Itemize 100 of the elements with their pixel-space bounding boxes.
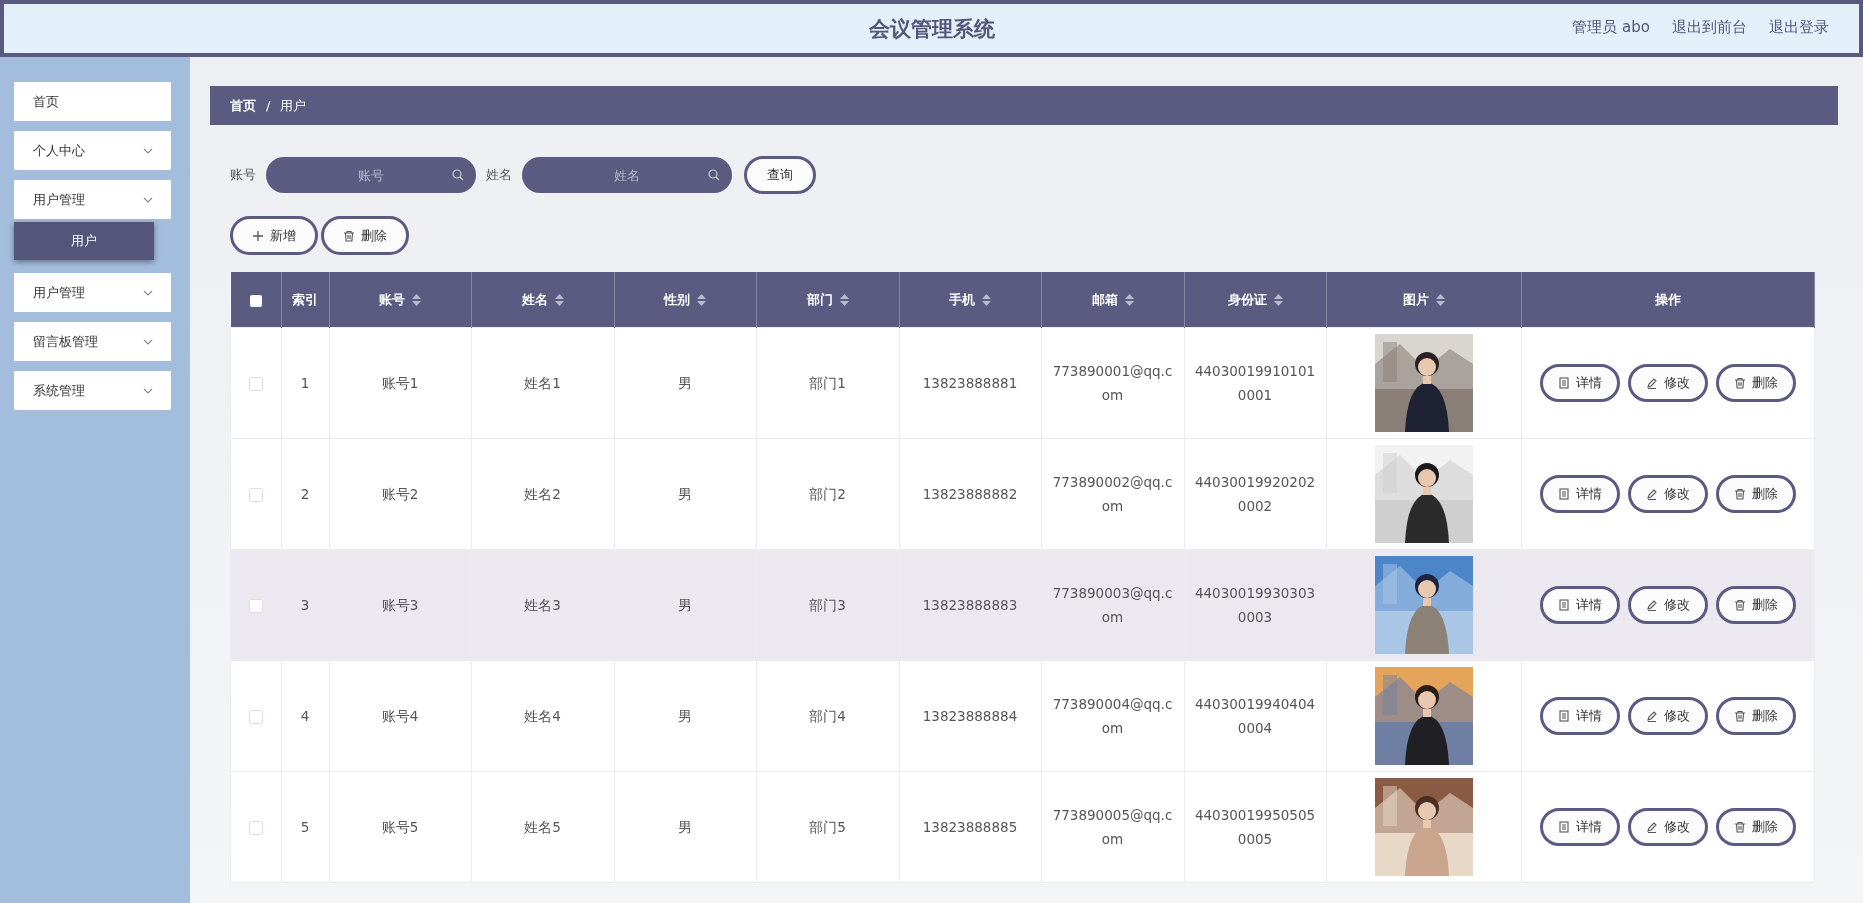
delete-button[interactable]: 删除 [1715,475,1796,513]
table-cell: 5 [300,819,310,835]
delete-button[interactable]: 删除 [1715,586,1796,624]
table-cell: 账号2 [381,486,419,502]
column-title: 性别 [664,290,690,309]
sidebar-subitem[interactable]: 用户 [14,222,154,260]
column-title: 图片 [1402,290,1429,309]
details-button[interactable]: 详情 [1539,586,1620,624]
pencil-icon [1645,710,1658,722]
sidebar-item[interactable]: 个人中心 [14,131,171,170]
field-label: 账号 [230,166,256,184]
row-checkbox[interactable] [248,488,263,502]
table-cell: 1 [300,375,310,391]
header-link[interactable]: 退出到前台 [1672,18,1747,37]
table-cell: 部门3 [809,597,846,613]
table-cell: 男 [678,375,692,391]
sidebar-item[interactable]: 用户管理 [14,273,171,312]
sidebar-item[interactable]: 用户管理 [14,180,171,219]
search-button[interactable]: 查询 [744,156,816,194]
row-checkbox[interactable] [248,599,263,613]
table-cell: 13823888881 [922,375,1018,391]
trash-icon [343,229,355,242]
trash-icon [1733,377,1746,389]
table-cell: 男 [678,597,692,613]
table-cell: 2 [300,486,310,502]
details-button[interactable]: 详情 [1539,697,1620,735]
table-cell: 姓名3 [524,597,561,613]
table-cell: 440300199505050005 [1194,807,1316,847]
table-cell: 3 [300,597,310,613]
details-button[interactable]: 详情 [1539,475,1620,513]
document-icon [1557,599,1570,611]
details-button[interactable]: 详情 [1539,364,1620,402]
edit-button[interactable]: 修改 [1627,808,1708,846]
edit-button[interactable]: 修改 [1627,364,1708,402]
pencil-icon [1645,821,1658,833]
table-cell: 773890004@qq.com [1052,696,1173,736]
row-checkbox[interactable] [248,377,263,391]
edit-button[interactable]: 修改 [1627,697,1708,735]
table-cell: 773890005@qq.com [1052,807,1173,847]
column-title: 身份证 [1227,290,1267,309]
header-link[interactable]: 管理员 abo [1572,18,1650,37]
table-cell: 4 [300,708,310,724]
table-cell: 773890001@qq.com [1052,363,1173,403]
field-label: 姓名 [486,166,512,184]
search-icon [452,169,464,181]
document-icon [1557,821,1570,833]
row-checkbox[interactable] [248,710,263,724]
column-title: 账号 [379,290,405,309]
breadcrumb-item: 用户 [280,96,307,115]
table-cell: 男 [678,819,692,835]
pencil-icon [1645,488,1658,500]
table-cell: 男 [678,708,692,724]
select-all-checkbox[interactable] [249,294,262,307]
sidebar-item[interactable]: 系统管理 [14,371,171,410]
table-cell: 773890003@qq.com [1052,585,1173,625]
chevron-icon [143,289,153,296]
chevron-icon [143,196,153,203]
search-field[interactable]: 姓名 [522,157,732,193]
table-cell: 账号3 [381,597,419,613]
delete-button[interactable]: 删除 [1715,808,1796,846]
chevron-icon [143,147,153,154]
sidebar-item[interactable]: 留言板管理 [14,322,171,361]
table-cell: 账号5 [381,819,419,835]
chevron-icon [143,387,153,394]
column-title: 手机 [949,290,975,309]
table-cell: 部门4 [809,708,846,724]
table-cell: 773890002@qq.com [1052,474,1173,514]
delete-button[interactable]: 删除 [1715,697,1796,735]
header-link[interactable]: 退出登录 [1769,18,1829,37]
edit-button[interactable]: 修改 [1627,475,1708,513]
table-cell: 440300199101010001 [1194,363,1316,403]
table-cell: 姓名4 [524,708,561,724]
breadcrumb-item[interactable]: 首页 [230,96,256,115]
pencil-icon [1645,377,1658,389]
edit-button[interactable]: 修改 [1627,586,1708,624]
table-cell: 姓名5 [524,819,561,835]
delete-button[interactable]: 删除 [321,216,409,255]
table-cell: 男 [678,486,692,502]
table-cell: 13823888882 [922,486,1018,502]
add-button[interactable]: 新增 [230,216,318,255]
search-field[interactable]: 账号 [266,157,476,193]
pencil-icon [1645,599,1658,611]
trash-icon [1733,710,1746,722]
table-cell: 部门1 [809,375,846,391]
table-cell: 姓名1 [524,375,561,391]
chevron-icon [143,338,153,345]
details-button[interactable]: 详情 [1539,808,1620,846]
column-header: 索引 [281,272,329,328]
search-icon [708,169,720,181]
table-cell: 440300199202020002 [1194,474,1316,514]
breadcrumb-separator: / [266,98,271,113]
trash-icon [1733,488,1746,500]
column-title: 部门 [806,290,833,309]
table-cell: 账号1 [381,375,419,391]
sidebar-item[interactable]: 首页 [14,82,171,121]
table-cell: 账号4 [381,708,419,724]
row-checkbox[interactable] [248,821,263,835]
document-icon [1557,377,1570,389]
table-cell: 部门5 [809,819,846,835]
delete-button[interactable]: 删除 [1715,364,1796,402]
